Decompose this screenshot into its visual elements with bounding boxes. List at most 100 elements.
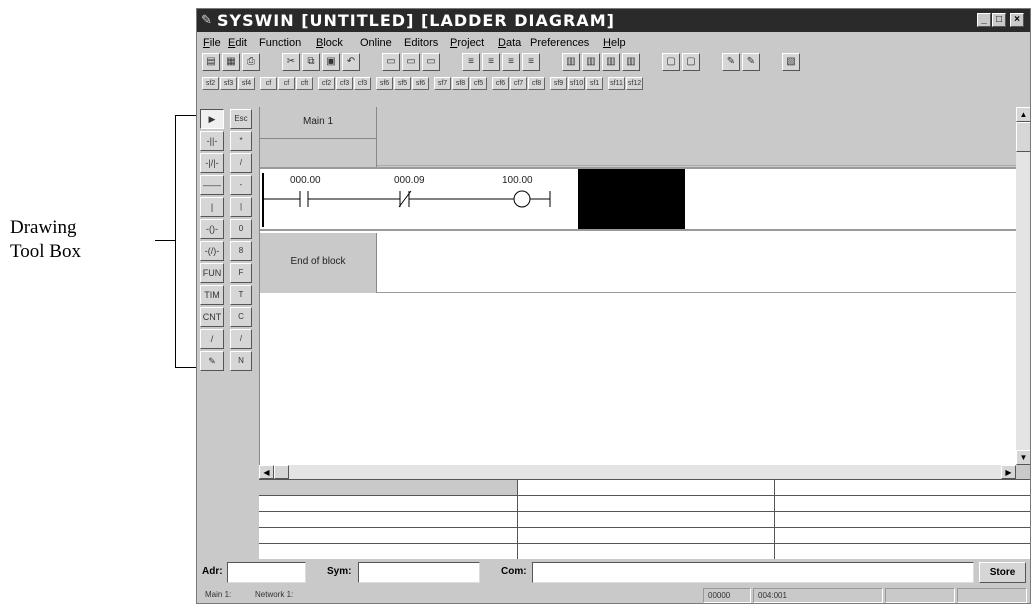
toolbox-key-hint: F: [230, 263, 252, 283]
grid-line: [259, 511, 1030, 512]
output-coil-icon: [513, 190, 531, 208]
menu-online[interactable]: Online: [360, 37, 392, 49]
open-icon[interactable]: ▦: [222, 53, 240, 71]
block2-icon[interactable]: ▭: [402, 53, 420, 71]
monitor2-icon[interactable]: ▥: [582, 53, 600, 71]
nc-contact-tool-icon[interactable]: -|/|-: [200, 153, 224, 173]
undo-icon[interactable]: ↶: [342, 53, 360, 71]
online2-icon[interactable]: ▢: [682, 53, 700, 71]
horizontal-scroll-thumb[interactable]: [274, 465, 289, 479]
sym-input[interactable]: [358, 562, 480, 583]
status-network: Network 1:: [255, 590, 294, 599]
function-key-button[interactable]: cf3: [336, 77, 353, 90]
status-bar: Main 1: Network 1: 00000 004:001: [197, 587, 1030, 603]
coil-tool-icon[interactable]: -()-: [200, 219, 224, 239]
vertical-scroll-thumb[interactable]: [1016, 122, 1030, 152]
function-key-button[interactable]: sf11: [608, 77, 625, 90]
main-toolbar: ▤ ▦ ⎙ ✂ ⧉ ▣ ↶ ▭ ▭ ▭ ≡ ≡ ≡ ≡ ▥ ▥ ▥ ▥ ▢ ▢ ✎ ✎ ▧: [202, 53, 902, 75]
network-label-cell: [260, 139, 377, 167]
function-key-button[interactable]: sf7: [434, 77, 451, 90]
edit-tool-icon[interactable]: ✎: [200, 351, 224, 371]
function-key-button[interactable]: sf3: [220, 77, 237, 90]
function-key-button[interactable]: cf8: [528, 77, 545, 90]
monitor4-icon[interactable]: ▥: [622, 53, 640, 71]
close-button[interactable]: ×: [1010, 13, 1024, 27]
scroll-left-button[interactable]: ◀: [259, 465, 274, 479]
function-key-toolbar: sf2 sf3 sf4 cf cf cft cf2 cf3 cf3 sf6 sf5 sf6 sf7 sf8…: [202, 77, 902, 91]
copy-icon[interactable]: ⧉: [302, 53, 320, 71]
function-key-button[interactable]: cf2: [318, 77, 335, 90]
function-key-button[interactable]: sf1: [586, 77, 603, 90]
horizontal-line-tool-icon[interactable]: ——: [200, 175, 224, 195]
scroll-down-button[interactable]: ▼: [1016, 450, 1030, 465]
line-draw-tool-icon[interactable]: /: [200, 329, 224, 349]
window-icon[interactable]: ▧: [782, 53, 800, 71]
menu-block[interactable]: Block: [316, 37, 343, 49]
function-key-button[interactable]: sf4: [238, 77, 255, 90]
ladder-diagram-area[interactable]: Main 1 000.00 000.09 100.00 End of block: [259, 107, 1017, 465]
function-key-button[interactable]: cf7: [510, 77, 527, 90]
menu-project[interactable]: Project: [450, 37, 484, 49]
vertical-scrollbar[interactable]: ▲ ▼: [1016, 107, 1030, 465]
status-position: 004:001: [753, 588, 883, 603]
function-key-button[interactable]: sf6: [376, 77, 393, 90]
app-icon: ✎: [201, 12, 212, 27]
monitor3-icon[interactable]: ▥: [602, 53, 620, 71]
function-key-button[interactable]: sf5: [394, 77, 411, 90]
new-icon[interactable]: ▤: [202, 53, 220, 71]
block3-icon[interactable]: ▭: [422, 53, 440, 71]
menu-edit[interactable]: Edit: [228, 37, 247, 49]
horizontal-scrollbar[interactable]: ◀ ▶: [259, 465, 1016, 479]
menu-editors[interactable]: Editors: [404, 37, 438, 49]
maximize-button[interactable]: □: [992, 13, 1006, 27]
network2-icon[interactable]: ≡: [482, 53, 500, 71]
store-button[interactable]: Store: [979, 562, 1026, 583]
menu-function[interactable]: Function: [259, 37, 301, 49]
adr-input[interactable]: [227, 562, 306, 583]
minimize-button[interactable]: _: [977, 13, 991, 27]
function-key-button[interactable]: cf: [278, 77, 295, 90]
menu-data[interactable]: Data: [498, 37, 521, 49]
function-key-button[interactable]: cf3: [354, 77, 371, 90]
function-key-button[interactable]: sf9: [550, 77, 567, 90]
select-tool-icon[interactable]: ▶: [200, 109, 224, 129]
network4-icon[interactable]: ≡: [522, 53, 540, 71]
function-key-button[interactable]: cf5: [470, 77, 487, 90]
network3-icon[interactable]: ≡: [502, 53, 520, 71]
function-key-button[interactable]: cf: [260, 77, 277, 90]
network-icon[interactable]: ≡: [462, 53, 480, 71]
menu-file[interactable]: File: [203, 37, 221, 49]
toolbox-key-hint: C: [230, 307, 252, 327]
menu-help[interactable]: Help: [603, 37, 626, 49]
title-bar[interactable]: ✎ SYSWIN [UNTITLED] [LADDER DIAGRAM] _ □…: [197, 9, 1030, 32]
counter-tool-icon[interactable]: CNT: [200, 307, 224, 327]
online-icon[interactable]: ▢: [662, 53, 680, 71]
com-input[interactable]: [532, 562, 974, 583]
function-key-button[interactable]: sf10: [568, 77, 585, 90]
scroll-up-button[interactable]: ▲: [1016, 107, 1030, 122]
function-tool-icon[interactable]: FUN: [200, 263, 224, 283]
print-icon[interactable]: ⎙: [242, 53, 260, 71]
block-icon[interactable]: ▭: [382, 53, 400, 71]
function-key-button[interactable]: sf6: [412, 77, 429, 90]
cross-reference-grid[interactable]: [259, 479, 1030, 559]
ladder-rung[interactable]: 000.00 000.09 100.00: [260, 167, 1016, 231]
menu-preferences[interactable]: Preferences: [530, 37, 589, 49]
cut-icon[interactable]: ✂: [282, 53, 300, 71]
status-address: 00000: [703, 588, 751, 603]
scroll-right-button[interactable]: ▶: [1001, 465, 1016, 479]
function-key-button[interactable]: sf8: [452, 77, 469, 90]
function-key-button[interactable]: sf2: [202, 77, 219, 90]
no-contact-tool-icon[interactable]: -||-: [200, 131, 224, 151]
edit-icon[interactable]: ✎: [722, 53, 740, 71]
function-key-button[interactable]: cft: [296, 77, 313, 90]
vertical-line-tool-icon[interactable]: |: [200, 197, 224, 217]
nc-coil-tool-icon[interactable]: -(/)-: [200, 241, 224, 261]
edit2-icon[interactable]: ✎: [742, 53, 760, 71]
function-key-button[interactable]: cf6: [492, 77, 509, 90]
function-key-button[interactable]: sf12: [626, 77, 643, 90]
selection-cursor[interactable]: [578, 169, 685, 229]
timer-tool-icon[interactable]: TIM: [200, 285, 224, 305]
paste-icon[interactable]: ▣: [322, 53, 340, 71]
monitor-icon[interactable]: ▥: [562, 53, 580, 71]
